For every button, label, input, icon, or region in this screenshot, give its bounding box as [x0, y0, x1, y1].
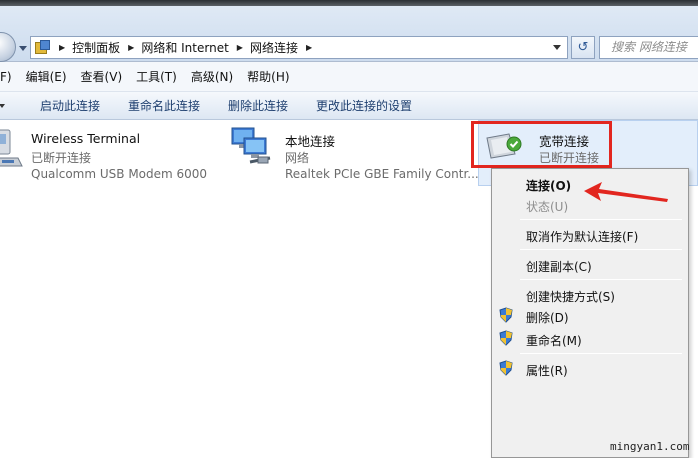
control-panel-icon: [35, 39, 51, 56]
forward-button[interactable]: [0, 32, 16, 62]
connection-device: Qualcomm USB Modem 6000: [31, 167, 208, 181]
refresh-icon: ↺: [577, 40, 589, 55]
breadcrumb-control-panel[interactable]: 控制面板: [72, 39, 120, 56]
search-input[interactable]: 搜索 网络连接: [599, 36, 698, 59]
breadcrumb-network-connections[interactable]: 网络连接: [250, 39, 298, 56]
menu-delete[interactable]: 删除(D): [526, 309, 569, 326]
connection-item-wireless-terminal[interactable]: Wireless Terminal 已断开连接 Qualcomm USB Mod…: [0, 124, 220, 184]
delete-connection-button[interactable]: 删除此连接: [228, 97, 288, 114]
refresh-button[interactable]: ↺: [571, 36, 595, 59]
start-connection-button[interactable]: 启动此连接: [40, 97, 100, 114]
breadcrumb-network-internet[interactable]: 网络和 Internet: [141, 39, 228, 56]
connection-device: Realtek PCIe GBE Family Contr...: [285, 167, 479, 181]
address-dropdown-icon[interactable]: [553, 45, 561, 50]
breadcrumb-arrow-icon[interactable]: ▶: [128, 43, 134, 52]
connection-item-local[interactable]: 本地连接 网络 Realtek PCIe GBE Family Contr...: [230, 124, 479, 184]
connection-status: 已断开连接: [31, 151, 92, 165]
breadcrumb: ▶ 控制面板 ▶ 网络和 Internet ▶ 网络连接 ▶: [51, 37, 319, 58]
menu-separator: [520, 279, 682, 280]
menu-create-copy[interactable]: 创建副本(C): [526, 258, 592, 275]
menu-separator: [520, 249, 682, 250]
rename-connection-button[interactable]: 重命名此连接: [128, 97, 200, 114]
menu-help[interactable]: 帮助(H): [247, 68, 289, 85]
uac-shield-icon: [499, 330, 513, 346]
menu-create-shortcut[interactable]: 创建快捷方式(S): [526, 288, 615, 305]
menu-separator: [520, 219, 682, 220]
command-bar: 启动此连接 重命名此连接 删除此连接 更改此连接的设置: [0, 92, 698, 120]
organize-dropdown-icon[interactable]: [0, 103, 5, 108]
breadcrumb-arrow-icon[interactable]: ▶: [237, 43, 243, 52]
menu-cancel-default[interactable]: 取消作为默认连接(F): [526, 228, 638, 245]
menu-advanced[interactable]: 高级(N): [191, 68, 233, 85]
recent-pages-dropdown-icon[interactable]: [19, 46, 27, 51]
menu-status: 状态(U): [526, 200, 569, 214]
breadcrumb-arrow-icon[interactable]: ▶: [306, 43, 312, 52]
highlight-annotation-box: [471, 121, 612, 168]
menu-rename[interactable]: 重命名(M): [526, 332, 582, 349]
change-settings-button[interactable]: 更改此连接的设置: [316, 97, 412, 114]
usb-modem-icon: [0, 129, 23, 167]
menu-bar: F) 编辑(E) 查看(V) 工具(T) 高级(N) 帮助(H): [0, 62, 698, 92]
menu-view[interactable]: 查看(V): [81, 68, 123, 85]
connection-name: 本地连接: [285, 134, 336, 149]
uac-shield-icon: [499, 360, 513, 376]
menu-file[interactable]: F): [0, 70, 12, 84]
breadcrumb-arrow-icon[interactable]: ▶: [59, 43, 65, 52]
watermark: mingyan1.com: [610, 440, 690, 453]
address-toolbar: ▶ 控制面板 ▶ 网络和 Internet ▶ 网络连接 ▶ ↺ 搜索 网络连接: [0, 6, 698, 62]
lan-computers-icon: [231, 127, 271, 164]
menu-tools[interactable]: 工具(T): [136, 68, 177, 85]
uac-shield-icon: [499, 307, 513, 323]
menu-edit[interactable]: 编辑(E): [26, 68, 67, 85]
connection-status: 网络: [285, 151, 310, 165]
menu-connect[interactable]: 连接(O): [526, 177, 571, 194]
menu-properties[interactable]: 属性(R): [526, 362, 568, 379]
menu-separator: [520, 353, 682, 354]
annotation-arrow-icon: [584, 182, 668, 202]
address-bar[interactable]: ▶ 控制面板 ▶ 网络和 Internet ▶ 网络连接 ▶: [30, 36, 568, 59]
connection-name: Wireless Terminal: [31, 131, 141, 146]
